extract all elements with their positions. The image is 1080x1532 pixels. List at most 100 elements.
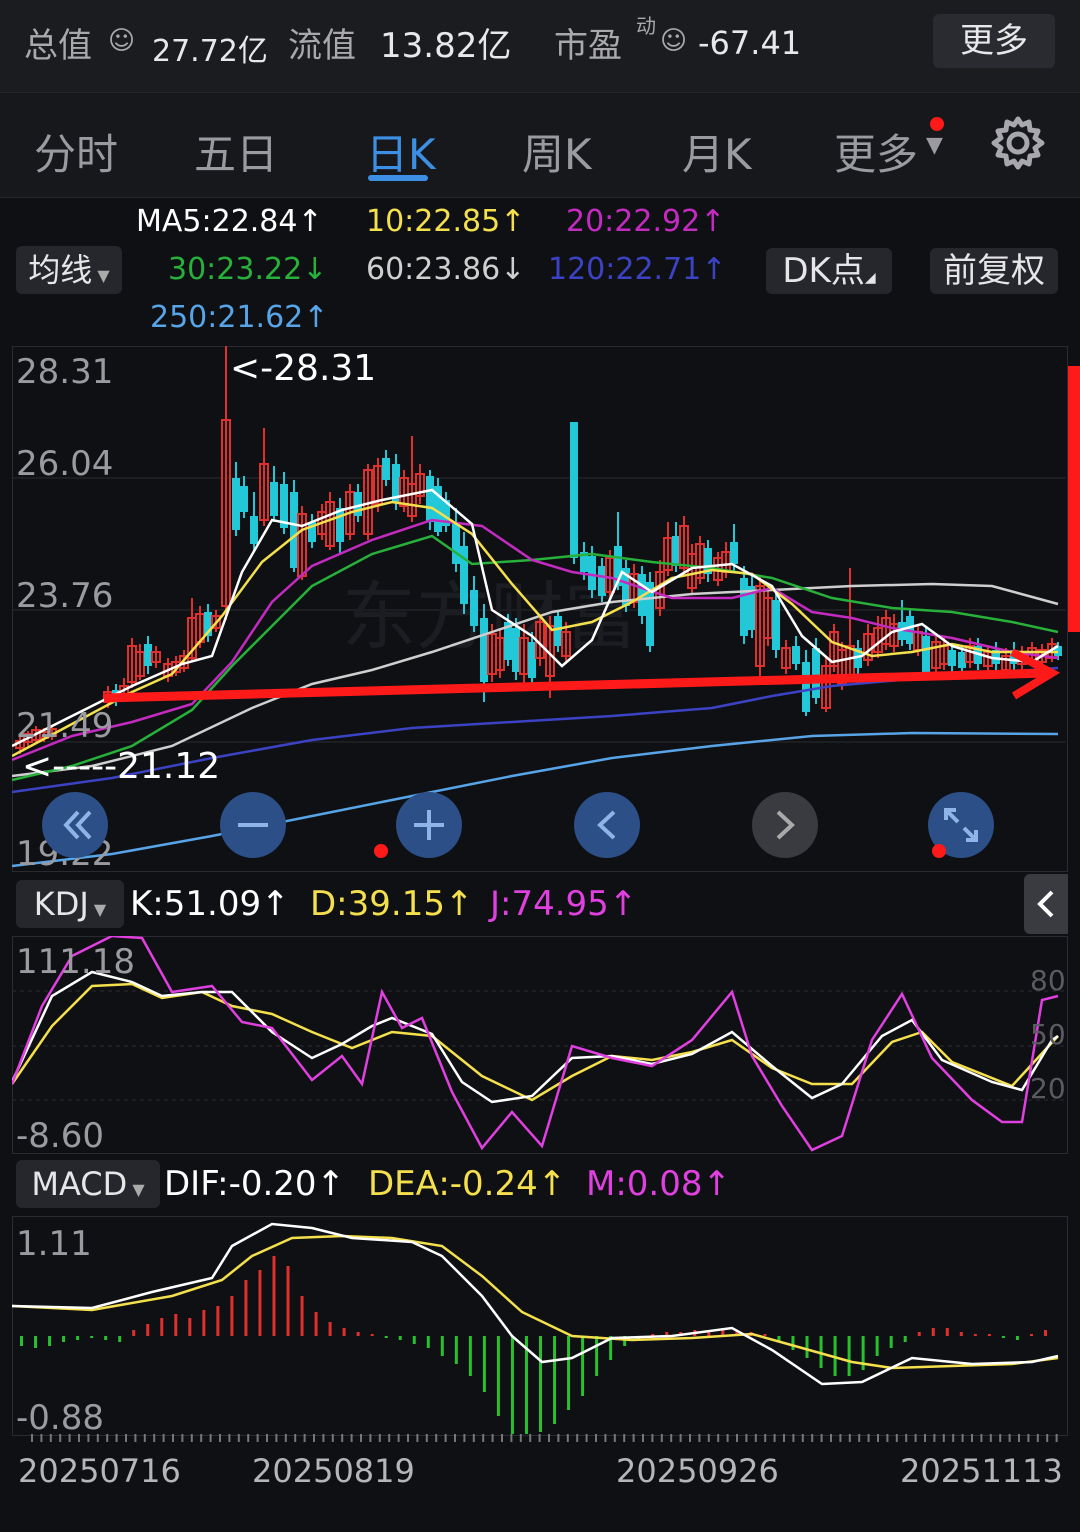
total-value: 27.72亿 [152,34,268,69]
candle [829,624,839,672]
macd-bar [216,1306,220,1336]
candle [881,610,891,650]
price-chart[interactable]: 东方财富 [12,346,1066,870]
macd-bar [272,1256,276,1336]
price-axis-top: 28.31 [16,352,114,392]
info-icon[interactable]: ☺ [660,26,687,56]
active-tab-indicator [368,175,428,181]
macd-bar [160,1318,164,1336]
side-scroll-indicator[interactable] [1068,366,1080,632]
price-axis-3: 23.76 [16,576,114,616]
kdj-d-line [12,982,1059,1102]
candle [127,638,137,688]
candle [259,428,269,526]
macd-bar [595,1336,599,1376]
candle [763,590,773,646]
macd-bar [258,1270,262,1336]
candle [598,558,606,602]
tab-monthly-k[interactable]: 月K [682,121,752,182]
macd-axis-bottom: -0.88 [16,1398,104,1438]
candle [570,422,578,564]
kdj-j-value: J:74.95↑ [490,884,638,924]
macd-bar [567,1336,571,1410]
macd-bar [412,1336,416,1344]
date-ticks [31,1434,1058,1442]
tab-more[interactable]: 更多 [834,121,918,182]
date-label-1: 20250716 [18,1452,181,1490]
candle [663,522,673,576]
tab-intraday[interactable]: 分时 [34,121,118,182]
dk-point-button[interactable]: DK点◢ [766,248,892,294]
macd-bar [763,1334,767,1336]
macd-bar [384,1336,388,1338]
macd-bar [805,1336,809,1358]
gear-icon[interactable] [990,115,1046,171]
macd-bar [286,1266,290,1336]
quote-header: 总值 ☺ 27.72亿 流值 13.82亿 市盈 动 ☺ -67.41 更多 [0,0,1080,92]
candle [382,450,390,486]
macd-bar [132,1330,136,1336]
fast-back-button[interactable] [42,792,108,858]
next-button[interactable] [752,792,818,858]
macd-bar [146,1324,150,1336]
candle [873,616,883,658]
kdj-level-80: 80 [1030,964,1066,997]
adjust-mode-button[interactable]: 前复权 [930,248,1058,294]
fast-back-icon [63,810,92,840]
candle [354,484,362,522]
dk-point-label: DK点 [782,251,865,291]
macd-bar [959,1332,963,1336]
zoom-out-button[interactable] [220,792,286,858]
collapse-panel-button[interactable] [1024,874,1068,934]
macd-selector[interactable]: MACD ▼ [16,1160,160,1208]
candle [740,566,748,644]
prev-button[interactable] [574,792,640,858]
macd-bar [230,1296,234,1336]
candle [704,540,712,582]
macd-bar [202,1310,206,1336]
more-button[interactable]: 更多 [933,14,1055,68]
ma30-value: 30:23.22↓ [168,252,328,287]
macd-bar [987,1334,991,1336]
macd-bar [791,1336,795,1350]
pe-dynamic-tag: 动 [636,14,656,38]
kdj-level-50: 50 [1030,1018,1066,1051]
candle [460,532,468,614]
info-icon[interactable]: ☺ [108,26,135,56]
macd-bar [328,1322,332,1336]
candle [452,508,460,572]
macd-bar [300,1296,304,1336]
macd-bar [903,1336,907,1342]
kdj-d-value: D:39.15↑ [310,884,474,924]
ma-selector[interactable]: 均线 ▼ [16,246,122,294]
candle [135,644,145,680]
tab-daily-k[interactable]: 日K [366,121,436,182]
kdj-chart[interactable] [12,936,1066,1152]
tab-weekly-k[interactable]: 周K [522,121,592,182]
ma5-value: MA5:22.84↑ [136,204,323,239]
candle [308,514,316,548]
macd-bar [314,1312,318,1336]
total-value-label: 总值 [24,26,92,66]
candle [144,636,152,674]
zoom-in-button[interactable] [396,792,462,858]
kdj-selector[interactable]: KDJ ▼ [16,880,124,928]
period-tabs: 分时 五日 日K 周K 月K 更多 ▼ [0,92,1080,198]
macd-bar [931,1328,935,1336]
macd-bar [1015,1336,1019,1340]
corner-triangle-icon: ◢ [864,270,876,286]
macd-bar [90,1336,94,1338]
low-price-marker: <-----21.12 [22,746,221,787]
ma250-value: 250:21.62↑ [150,300,329,335]
macd-bar [398,1336,402,1340]
tab-five-day[interactable]: 五日 [194,121,278,182]
macd-bar [34,1336,38,1348]
macd-bar [973,1334,977,1336]
macd-chart[interactable] [12,1216,1066,1434]
chevron-down-icon: ▼ [88,900,107,919]
candle [336,498,344,554]
macd-bar [356,1332,360,1336]
chevron-left-icon [1037,890,1054,918]
macd-bar [889,1336,893,1348]
macd-bar [1001,1336,1005,1338]
